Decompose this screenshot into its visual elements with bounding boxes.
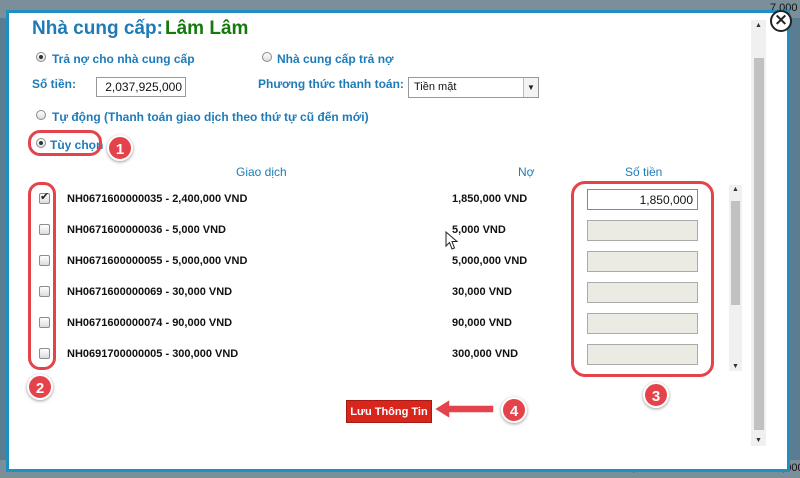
highlight-amount-column <box>571 181 714 377</box>
row-debt: 5,000,000 VND <box>452 255 528 267</box>
column-header-amount: Số tiền <box>625 165 663 179</box>
dialog-title-label: Nhà cung cấp: <box>32 18 163 39</box>
scroll-down-icon[interactable]: ▼ <box>751 437 766 444</box>
row-transaction: NH0671600000055 - 5,000,000 VND <box>67 255 248 267</box>
radio-auto-label[interactable]: Tự động (Thanh toán giao dịch theo thứ t… <box>52 110 369 124</box>
row-transaction: NH0671600000069 - 30,000 VND <box>67 286 233 298</box>
column-header-transaction: Giao dịch <box>236 165 287 179</box>
annotation-badge-1: 1 <box>107 135 133 161</box>
radio-pay-supplier-label[interactable]: Trả nợ cho nhà cung cấp <box>52 52 195 66</box>
save-button[interactable]: Lưu Thông Tin <box>346 400 432 423</box>
radio-auto[interactable] <box>36 110 46 120</box>
annotation-badge-4: 4 <box>501 397 527 423</box>
row-debt: 90,000 VND <box>452 317 512 329</box>
amount-label: Số tiền: <box>32 77 76 91</box>
supplier-name: Lâm Lâm <box>165 18 249 39</box>
row-transaction: NH0671600000036 - 5,000 VND <box>67 224 227 236</box>
payment-method-select[interactable]: Tiền mặt ▼ <box>408 77 539 98</box>
close-icon[interactable]: × <box>770 10 792 32</box>
amount-field[interactable]: 2,037,925,000 <box>96 77 186 97</box>
payment-method-label: Phương thức thanh toán: <box>258 77 404 91</box>
row-transaction: NH0671600000074 - 90,000 VND <box>67 317 233 329</box>
row-transaction: NH0671600000035 - 2,400,000 VND <box>67 193 248 205</box>
dialog-scroll-thumb[interactable] <box>754 58 764 430</box>
list-scrollbar[interactable]: ▲ ▼ <box>729 185 742 371</box>
annotation-badge-2: 2 <box>27 374 53 400</box>
radio-supplier-pays-label[interactable]: Nhà cung cấp trả nợ <box>277 52 394 66</box>
list-scroll-thumb[interactable] <box>731 201 740 305</box>
row-debt: 5,000 VND <box>452 224 506 236</box>
row-debt: 30,000 VND <box>452 286 512 298</box>
left-arrow-icon <box>432 397 495 421</box>
row-debt: 1,850,000 VND <box>452 193 528 205</box>
highlight-checkboxes <box>28 182 56 370</box>
scroll-down-icon[interactable]: ▼ <box>729 363 742 370</box>
row-debt: 300,000 VND <box>452 348 519 360</box>
row-transaction: NH0691700000005 - 300,000 VND <box>67 348 239 360</box>
scroll-up-icon[interactable]: ▲ <box>729 186 742 193</box>
annotation-badge-3: 3 <box>643 382 669 408</box>
dialog-scrollbar[interactable]: ▲ ▼ <box>751 20 766 446</box>
chevron-down-icon[interactable]: ▼ <box>523 78 538 97</box>
highlight-custom-option <box>28 130 102 156</box>
column-header-debt: Nợ <box>518 165 535 179</box>
radio-supplier-pays[interactable] <box>262 52 272 62</box>
mouse-pointer-icon <box>445 231 459 250</box>
scroll-up-icon[interactable]: ▲ <box>751 22 766 29</box>
radio-pay-supplier[interactable] <box>36 52 46 62</box>
payment-method-value: Tiền mặt <box>414 81 457 93</box>
